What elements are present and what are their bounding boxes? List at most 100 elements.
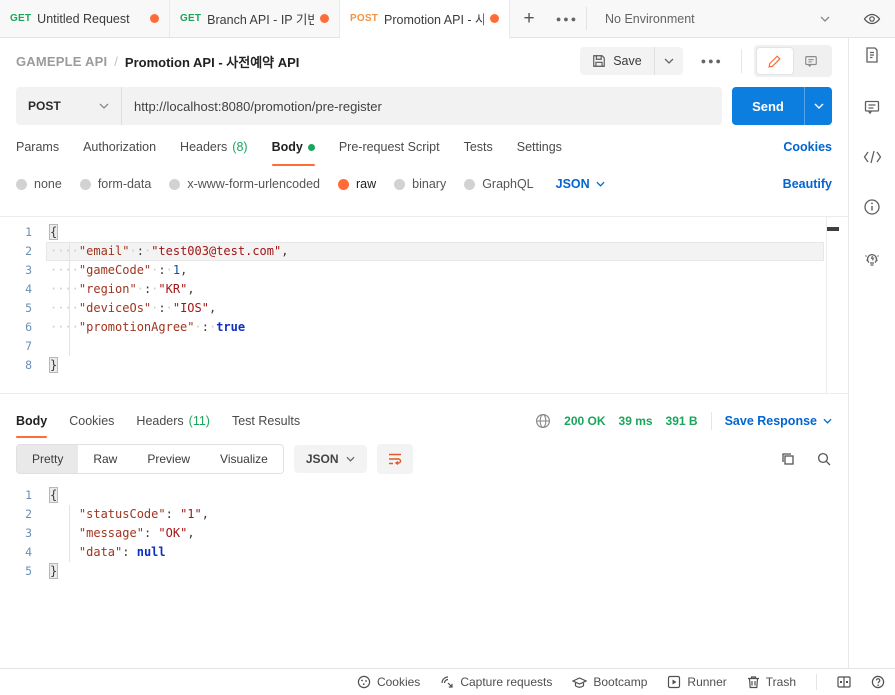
- view-raw[interactable]: Raw: [78, 445, 133, 473]
- code-line: 4 ····"region"·:·"KR",: [0, 280, 848, 299]
- statusbar-label: Trash: [765, 675, 796, 689]
- two-pane-icon: [837, 676, 851, 688]
- request-tab-1[interactable]: GET Untitled Request: [0, 0, 170, 37]
- tab-title: Untitled Request: [37, 11, 130, 26]
- mode-label: binary: [412, 177, 447, 191]
- code-snippet-icon[interactable]: [863, 150, 882, 164]
- capture-requests-button[interactable]: Capture requests: [440, 675, 552, 689]
- request-tab-2[interactable]: GET Branch API - IP 기반 국: [170, 0, 340, 37]
- mode-graphql[interactable]: GraphQL: [464, 177, 534, 191]
- tab-pre-request-script[interactable]: Pre-request Script: [339, 128, 440, 166]
- info-icon[interactable]: [863, 198, 881, 216]
- tab-params[interactable]: Params: [16, 128, 59, 166]
- mode-label: raw: [356, 177, 377, 191]
- mode-raw[interactable]: raw: [338, 177, 376, 191]
- code-line: 3 ····"gameCode"·:·1,: [0, 261, 848, 280]
- request-body-editor[interactable]: 1{2 ····"email"·:·"test003@test.com", 3 ···…: [0, 216, 848, 394]
- documentation-icon[interactable]: [863, 46, 881, 64]
- response-language-selector[interactable]: JSON: [293, 445, 367, 473]
- token-ws: ····: [50, 320, 79, 334]
- network-globe-icon[interactable]: [535, 413, 551, 429]
- two-pane-view-button[interactable]: [837, 676, 851, 688]
- edit-mode-button[interactable]: [757, 48, 793, 74]
- tab-label: Headers: [136, 414, 184, 428]
- line-number: 1: [25, 488, 32, 502]
- mode-none[interactable]: none: [16, 177, 62, 191]
- help-button[interactable]: [871, 675, 885, 689]
- token-key: "region": [78, 282, 137, 296]
- cookies-manager-button[interactable]: Cookies: [357, 675, 420, 689]
- tab-authorization[interactable]: Authorization: [83, 128, 156, 166]
- search-icon[interactable]: [816, 451, 832, 467]
- token-sp: [50, 545, 79, 559]
- response-time[interactable]: 39 ms: [619, 414, 653, 428]
- save-button[interactable]: Save: [580, 47, 654, 75]
- tab-body[interactable]: Body: [271, 128, 316, 166]
- response-meta: 200 OK 39 ms 391 B Save Response: [535, 412, 832, 430]
- trash-button[interactable]: Trash: [747, 675, 796, 689]
- radio-icon: [79, 178, 91, 190]
- mode-binary[interactable]: binary: [394, 177, 446, 191]
- lightbulb-icon[interactable]: [863, 250, 881, 268]
- save-response-button[interactable]: Save Response: [725, 414, 832, 428]
- status-code[interactable]: 200 OK: [564, 414, 605, 428]
- code-content: {: [46, 486, 824, 505]
- new-tab-button[interactable]: +: [510, 0, 548, 37]
- runner-button[interactable]: Runner: [667, 675, 727, 689]
- mode-x-www-form-urlencoded[interactable]: x-www-form-urlencoded: [169, 177, 320, 191]
- breadcrumb-request-name[interactable]: Promotion API - 사전예약 API: [125, 52, 299, 71]
- wrap-lines-button[interactable]: [376, 444, 413, 474]
- request-tab-3-active[interactable]: POST Promotion API - 사전예: [340, 0, 510, 38]
- breadcrumb-collection[interactable]: GAMEPLE API: [16, 54, 107, 69]
- tab-tests[interactable]: Tests: [464, 128, 493, 166]
- tab-label: Body: [16, 414, 48, 428]
- token-bool: null: [136, 545, 166, 559]
- send-options-button[interactable]: [804, 87, 832, 125]
- tab-label: Authorization: [83, 140, 157, 154]
- comments-icon[interactable]: [863, 98, 881, 116]
- token-ws: ····: [50, 282, 79, 296]
- comment-mode-button[interactable]: [793, 48, 829, 74]
- tab-headers[interactable]: Headers (8): [180, 128, 248, 166]
- response-size[interactable]: 391 B: [666, 414, 698, 428]
- bootcamp-button[interactable]: Bootcamp: [572, 675, 647, 689]
- unsaved-dot-icon: [320, 14, 329, 23]
- divider: [710, 412, 712, 430]
- token-brace: }: [50, 564, 58, 578]
- code-content: {: [46, 223, 824, 242]
- tab-options-button[interactable]: ●●●: [548, 0, 586, 37]
- raw-language-selector[interactable]: JSON: [556, 177, 605, 191]
- token-key: "message": [78, 526, 144, 540]
- response-tab-body[interactable]: Body: [16, 404, 48, 438]
- token-key: "data": [78, 545, 123, 559]
- body-has-content-dot: [307, 143, 315, 151]
- tab-label: Settings: [516, 140, 562, 154]
- view-preview[interactable]: Preview: [132, 445, 206, 473]
- mode-label: x-www-form-urlencoded: [187, 177, 320, 191]
- token-ws: ····: [50, 263, 79, 277]
- cookies-link[interactable]: Cookies: [783, 140, 832, 154]
- send-button[interactable]: Send: [732, 87, 804, 125]
- environment-selector[interactable]: No Environment: [587, 0, 848, 37]
- token-ws: ····: [50, 301, 79, 315]
- divider: [741, 49, 742, 73]
- editor-scrollbar-thumb[interactable]: [827, 227, 839, 231]
- method-selector[interactable]: POST: [16, 87, 122, 125]
- response-tab-headers[interactable]: Headers (11): [136, 404, 210, 438]
- url-input[interactable]: http://localhost:8080/promotion/pre-regi…: [122, 87, 722, 125]
- mode-form-data[interactable]: form-data: [79, 177, 151, 191]
- response-tab-test-results[interactable]: Test Results: [232, 404, 300, 438]
- save-options-button[interactable]: [653, 47, 683, 75]
- view-visualize[interactable]: Visualize: [205, 445, 283, 473]
- divider: [816, 674, 817, 690]
- line-number: 5: [25, 564, 32, 578]
- tab-settings[interactable]: Settings: [517, 128, 562, 166]
- request-more-actions-button[interactable]: ●●●: [695, 52, 729, 70]
- environment-quick-look-button[interactable]: [848, 0, 895, 37]
- response-body-editor[interactable]: 1{2 "statusCode": "1", 3 "message": "OK",…: [0, 480, 848, 590]
- response-tab-cookies[interactable]: Cookies: [69, 404, 114, 438]
- code-line: 5 ····"deviceOs"·:·"IOS",: [0, 299, 848, 318]
- view-pretty[interactable]: Pretty: [17, 445, 79, 473]
- beautify-link[interactable]: Beautify: [783, 177, 832, 191]
- copy-icon[interactable]: [780, 451, 796, 467]
